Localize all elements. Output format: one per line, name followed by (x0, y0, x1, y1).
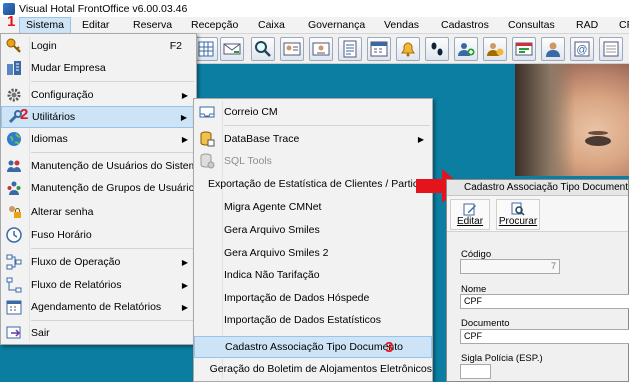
window-title: Visual Hotal FrontOffice v6.00.03.46 (19, 2, 188, 15)
lock-icon (6, 204, 22, 220)
bell-icon[interactable] (396, 37, 420, 61)
search-icon (511, 202, 525, 216)
codigo-field[interactable]: 7 (460, 259, 560, 274)
clock-icon (6, 227, 22, 243)
key-icon (6, 38, 22, 54)
buildings-icon (6, 60, 22, 76)
menu-item-fluxo-relatorios[interactable]: Fluxo de Relatórios ▶ (1, 274, 196, 296)
documento-field[interactable]: CPF (460, 329, 629, 344)
title-bar: Visual Hotal FrontOffice v6.00.03.46 (0, 0, 629, 17)
menu-item-fluxo-operacao[interactable]: Fluxo de Operação ▶ (1, 251, 196, 273)
sistema-menu: Login F2 Mudar Empresa Configuração ▶ Ut… (0, 33, 209, 345)
form-toolbar: Editar Procurar (447, 196, 628, 232)
menu-item-geracao-boletim[interactable]: Geração do Boletim de Alojamentos Eletrô… (194, 358, 432, 380)
receptionist-icon[interactable] (541, 37, 565, 61)
submenu-arrow-icon: ▶ (181, 257, 188, 267)
globe-icon (6, 131, 22, 147)
menu-item-migra-agente[interactable]: Migra Agente CMNet (194, 196, 432, 218)
menu-item-importacao-estatisticos[interactable]: Importação de Dados Estatísticos (194, 309, 432, 331)
menu-item-idiomas[interactable]: Idiomas ▶ (1, 128, 196, 150)
add-user-icon[interactable] (454, 37, 478, 61)
menu-item-exportacao-estatistica[interactable]: Exportação de Estatística de Clientes / … (194, 173, 436, 195)
users-icon (6, 158, 22, 174)
schedule-icon (6, 299, 22, 315)
utilitarios-submenu: Correio CM DataBase Trace ▶ SQL Tools Ex… (193, 98, 436, 382)
menu-item-sair[interactable]: Sair (1, 322, 196, 344)
submenu-arrow-icon: ▶ (180, 112, 187, 122)
guest-card-icon[interactable] (280, 37, 304, 61)
email-icon[interactable] (220, 37, 244, 61)
at-mail-icon[interactable]: @ (570, 37, 594, 61)
menu-sistema[interactable]: Sistema (19, 17, 71, 34)
menu-item-mudar-empresa[interactable]: Mudar Empresa (1, 57, 196, 79)
documento-label: Documento (461, 318, 510, 329)
main-toolbar: @ (194, 34, 629, 64)
menu-item-alterar-senha[interactable]: Alterar senha (1, 201, 196, 223)
footprints-icon[interactable] (425, 37, 449, 61)
cf-icon[interactable] (599, 37, 623, 61)
menu-item-gera-smiles-2[interactable]: Gera Arquivo Smiles 2 (194, 242, 432, 264)
svg-text:@: @ (576, 44, 587, 56)
menu-item-gera-smiles[interactable]: Gera Arquivo Smiles (194, 219, 432, 241)
form-title: Cadastro Associação Tipo Documento (447, 180, 628, 196)
database-icon (199, 131, 215, 147)
invoice-icon[interactable] (512, 37, 536, 61)
menu-item-sql-tools[interactable]: SQL Tools (194, 150, 432, 172)
menu-item-fuso-horario[interactable]: Fuso Horário (1, 224, 196, 246)
edit-icon (463, 203, 476, 216)
step-marker-3: 3 (385, 339, 394, 356)
menu-item-manutencao-usuarios[interactable]: Manutenção de Usuários do Sistema ▶ (1, 155, 209, 177)
grid-icon[interactable] (194, 37, 218, 61)
menu-item-utilitarios[interactable]: Utilitários ▶ (1, 106, 196, 128)
gear-icon (6, 87, 22, 103)
menu-item-indica-nao-tarifacao[interactable]: Indica Não Tarifação (194, 264, 432, 286)
submenu-arrow-icon: ▶ (417, 134, 424, 144)
search-icon[interactable] (251, 37, 275, 61)
menu-cf[interactable]: CF (619, 17, 629, 34)
menu-vendas[interactable]: Vendas (384, 17, 419, 34)
menu-item-agendamento-relatorios[interactable]: Agendamento de Relatórios ▶ (1, 296, 196, 318)
guest-card-2-icon[interactable] (309, 37, 333, 61)
menu-item-database-trace[interactable]: DataBase Trace ▶ (194, 128, 432, 150)
nome-field[interactable]: CPF (460, 294, 629, 309)
user-money-icon[interactable] (483, 37, 507, 61)
submenu-arrow-icon: ▶ (181, 90, 188, 100)
search-button[interactable]: Procurar (496, 199, 540, 230)
cadastro-form-window: Cadastro Associação Tipo Documento Edita… (446, 179, 629, 382)
sql-tools-icon (199, 153, 215, 169)
sigla-label: Sigla Polícia (ESP.) (461, 353, 543, 364)
menu-editar[interactable]: Editar (82, 17, 109, 34)
submenu-arrow-icon: ▶ (181, 280, 188, 290)
menu-item-correio-cm[interactable]: Correio CM (194, 101, 432, 123)
exit-icon (6, 325, 22, 341)
menu-item-login[interactable]: Login F2 (1, 35, 196, 57)
menu-rad[interactable]: RAD (576, 17, 598, 34)
menu-item-cadastro-associacao[interactable]: Cadastro Associação Tipo Documento (194, 336, 432, 358)
menu-recepcao[interactable]: Recepção (191, 17, 238, 34)
sigla-field[interactable] (460, 364, 491, 379)
menu-reserva[interactable]: Reserva (133, 17, 172, 34)
edit-button[interactable]: Editar (450, 199, 490, 230)
flowchart-icon (6, 254, 22, 270)
menu-governanca[interactable]: Governança (308, 17, 365, 34)
reservation-list-icon[interactable] (338, 37, 362, 61)
menu-consultas[interactable]: Consultas (508, 17, 555, 34)
menu-cadastros[interactable]: Cadastros (441, 17, 489, 34)
mail-tray-icon (199, 104, 215, 120)
submenu-arrow-icon: ▶ (181, 134, 188, 144)
step-marker-1: 1 (7, 13, 16, 30)
report-flow-icon (6, 277, 22, 293)
menu-item-configuracao[interactable]: Configuração ▶ (1, 84, 196, 106)
background-photo (515, 64, 629, 176)
schedule-icon[interactable] (367, 37, 391, 61)
user-group-icon (6, 180, 22, 196)
menu-caixa[interactable]: Caixa (258, 17, 285, 34)
menu-item-importacao-hospede[interactable]: Importação de Dados Hóspede (194, 287, 432, 309)
submenu-arrow-icon: ▶ (181, 302, 188, 312)
step-marker-2: 2 (20, 106, 29, 123)
menu-item-manutencao-grupos[interactable]: Manutenção de Grupos de Usuários ▶ (1, 177, 206, 199)
menu-bar: Sistema Editar Reserva Recepção Caixa Go… (0, 17, 629, 34)
